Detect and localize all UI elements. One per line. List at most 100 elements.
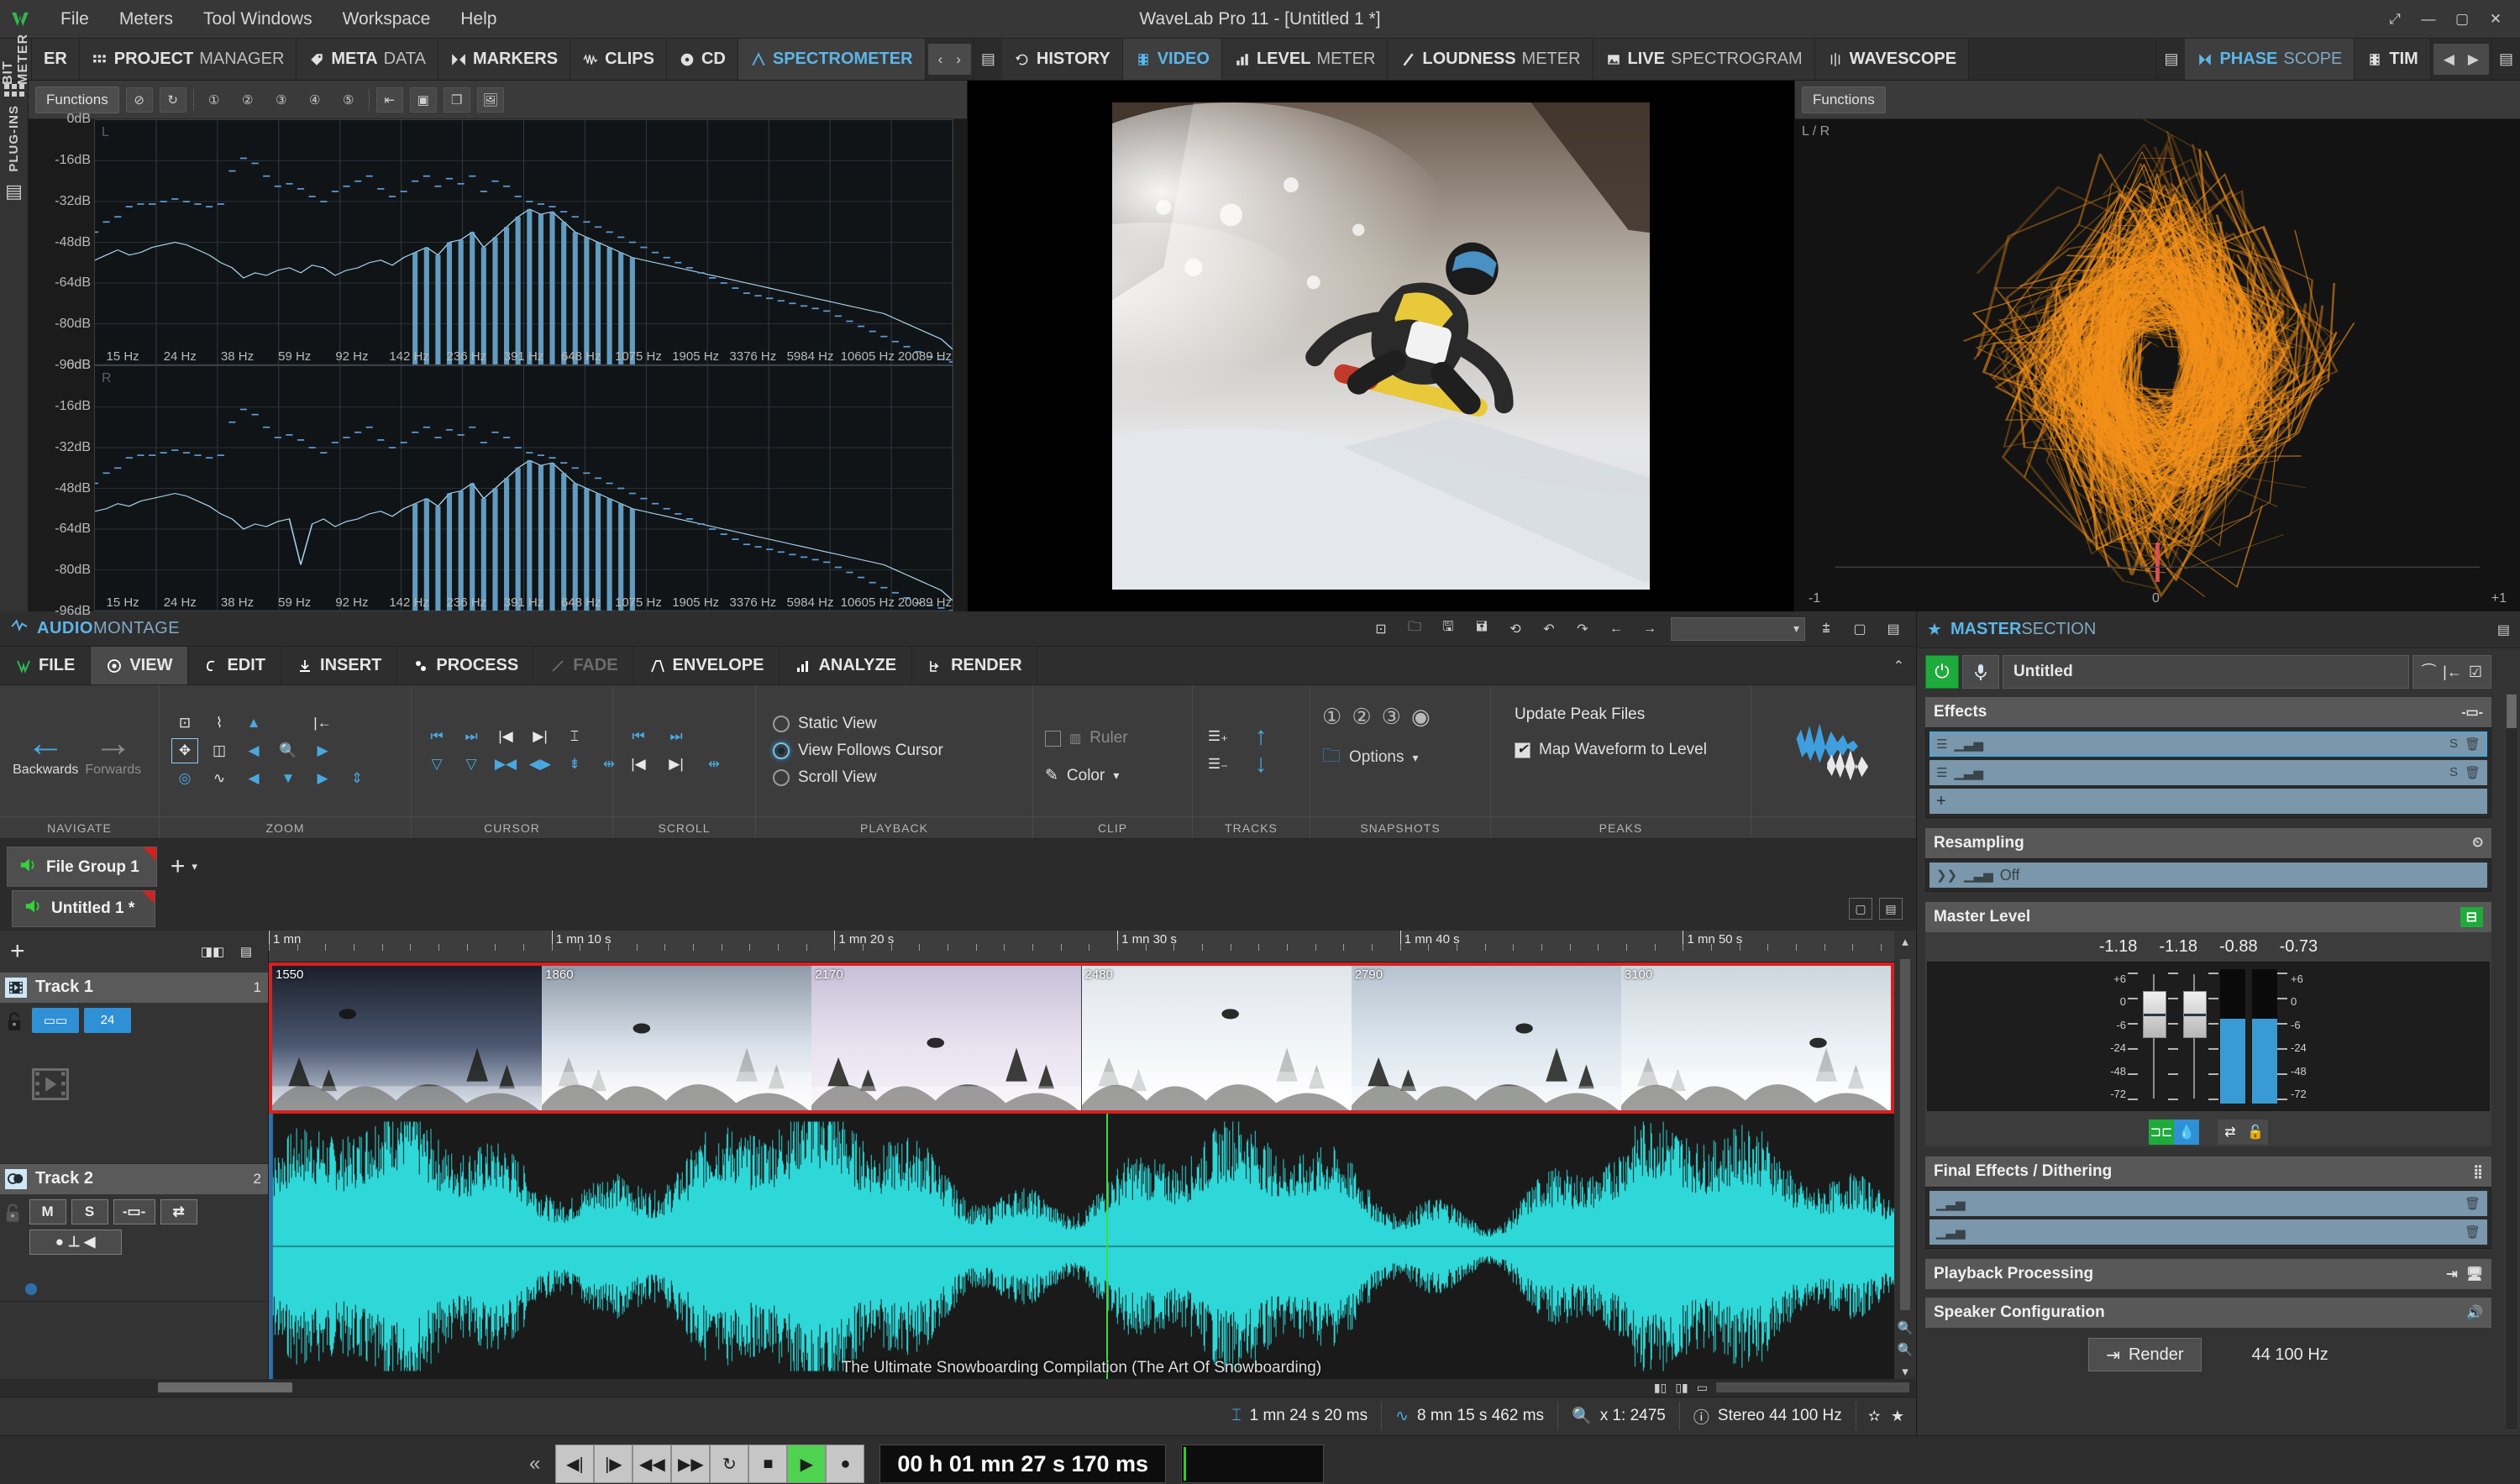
align-left-icon[interactable]: ⇤ [376,87,403,113]
apply-icon[interactable]: ☑ [2469,663,2482,681]
fader-left[interactable] [2139,969,2168,1104]
resampling-options-icon[interactable]: ⏲ [2473,836,2483,851]
zoom-out-vertical-icon[interactable]: ▼ [275,766,302,791]
save-icon[interactable]: 🖫 [1436,617,1461,641]
audio-clip-track[interactable]: The Ultimate Snowboarding Compilation (T… [269,1114,1894,1379]
tab-nav-prev-icon[interactable]: ◀ [2437,51,2461,68]
select-range-icon[interactable]: ◨◧ [201,941,224,962]
track-1-fps-button[interactable]: 24 [84,1008,131,1033]
track-list-icon[interactable]: ▤ [234,941,258,962]
scroll-down-icon[interactable]: ▾ [1902,1364,1908,1379]
zoom-step-right-icon[interactable]: ▶ [309,766,336,791]
tab-levelmeter[interactable]: LEVEL METER [1222,39,1388,80]
zoom-microscope-icon[interactable]: ⌇ [206,711,233,736]
status-zoom-ratio[interactable]: 🔍 x 1: 2475 [1558,1402,1680,1430]
spectrometer-canvas[interactable]: 0dB -16dB -32dB -48dB -64dB -80dB -96dB L 15 Hz 2… [29,119,967,611]
track-2-name-row[interactable]: Track 2 2 [0,1164,268,1194]
tab-projectmanager[interactable]: PROJECT MANAGER [80,39,297,80]
fader-right[interactable] [2180,969,2208,1104]
maximize-icon[interactable]: ▢ [2446,5,2478,34]
map-waveform-to-level-checkbox[interactable]: Map Waveform to Level [1515,741,1707,759]
master-power-button[interactable]: ⏻ [1925,655,1959,689]
tab-nav-next-icon[interactable]: › [949,51,968,68]
slot-delete-icon[interactable]: 🗑 [2465,1196,2481,1211]
remove-track-icon[interactable]: ☰₋ [1205,752,1231,777]
play-button[interactable]: ▶ [787,1445,826,1483]
zoom-out-horizontal-icon[interactable]: ◀ [240,738,267,763]
cursor-center-right-icon[interactable]: ◀▶ [527,752,554,777]
track-1-frames-button[interactable]: ▭▭ [32,1008,79,1033]
insert-processing-icon[interactable]: ⇥ [2446,1266,2457,1282]
editor-right-scrollbar[interactable]: ▴ 🔍 🔍 ▾ [1894,931,1916,1379]
preset-2-icon[interactable]: ② [234,87,261,113]
clip-ruler-checkbox[interactable]: ▥ Ruler [1045,729,1128,747]
save-as-icon[interactable]: 🖬 [1469,617,1494,641]
tab-nav-arrows[interactable]: ‹ › [928,44,971,75]
forwards-button[interactable]: → Forwards [80,724,148,778]
open-montage-icon[interactable]: 🗀 [1402,617,1427,641]
collapse-ribbon-icon[interactable]: ⌃ [1882,647,1916,684]
cursor-next-marker-icon[interactable]: ▶| [527,724,554,749]
functions-button[interactable]: Functions [1802,87,1886,113]
tab-nav-arrows-right[interactable]: ◀ ▶ [2433,44,2489,75]
slot-menu-icon[interactable]: ☰ [1936,765,1947,780]
zoom-out-icon[interactable]: 🔍 [1898,1342,1914,1357]
video-thumbnail[interactable]: 1860 [542,966,811,1110]
grid-icon[interactable] [4,84,24,97]
camera-icon[interactable]: ▣ [410,87,437,113]
video-thumbnail[interactable]: 2170 [811,966,1081,1110]
master-monitor-button[interactable] [1962,655,1999,689]
video-thumbnail[interactable]: 3100 [1621,966,1891,1110]
status-total-length[interactable]: ∿ 8 mn 15 s 462 ms [1382,1402,1558,1430]
slot-solo-icon[interactable]: S [2449,737,2458,752]
radio-scroll-view[interactable]: Scroll View [773,768,943,787]
preset-5-icon[interactable]: ⑤ [335,87,362,113]
radio-static-view[interactable]: Static View [773,715,943,733]
scroll-center-icon[interactable]: ⇹ [701,752,727,777]
update-peak-files-button[interactable]: Update Peak Files [1515,705,1645,724]
back-icon[interactable]: ← [1604,617,1629,641]
left-rail-label-plugins[interactable]: PLUG-INS [7,105,21,172]
cursor-snap-right-icon[interactable]: ▽ [458,752,485,777]
speaker-icon[interactable]: 🔊 [2466,1304,2483,1321]
reset-icon[interactable]: ⊘ [126,87,153,113]
bypass-all-icon[interactable]: ⏜ [2422,663,2436,681]
tab-cd[interactable]: CD [667,39,738,80]
snapshot-2-icon[interactable]: ② [1352,704,1371,730]
unlock-icon[interactable]: 🔓 [2243,1120,2268,1145]
menu-help[interactable]: Help [447,6,510,33]
ribbon-tab-render[interactable]: RENDER [912,647,1037,684]
effect-slot-2[interactable]: ☰ ▁▃▅ S 🗑 [1929,760,2487,785]
final-effect-slot-1[interactable]: ▁▃▅ 🗑 [1929,1191,2487,1216]
zoom-fit-selection-icon[interactable]: ◫ [206,738,233,763]
view-mode-3-icon[interactable]: ▭ [1697,1381,1708,1395]
effects-routing-icon[interactable]: -▭- [2461,704,2483,721]
editor-horizontal-scrollbar[interactable]: ▮▯ ▯▮ ▭ [0,1379,1916,1397]
tab-spectrometer[interactable]: SPECTROMETER [738,39,926,80]
snapshot-options-label[interactable]: Options [1349,748,1404,767]
view-mode-1-icon[interactable]: ▮▯ [1654,1381,1667,1395]
maximize-editor-icon[interactable]: ▢ [1849,898,1872,920]
tab-loudnessmeter[interactable]: LOUDNESS METER [1388,39,1593,80]
tab-metadata[interactable]: META DATA [297,39,438,80]
ribbon-tab-insert[interactable]: INSERT [281,647,397,684]
ribbon-tab-edit[interactable]: EDIT [188,647,281,684]
zoom-waveform-icon[interactable]: ∿ [206,766,233,791]
filter-icon[interactable]: ⩲ [1814,617,1839,641]
add-file-group-button[interactable]: + ▾ [157,847,211,887]
video-thumbnail[interactable]: 1550 [272,966,542,1110]
track-2-routing-button[interactable]: -▭- [113,1199,155,1224]
overview-scrollbar[interactable] [1716,1382,1909,1392]
status-audio-format[interactable]: ⓘ Stereo 44 100 Hz [1680,1402,1856,1430]
restore-down-icon[interactable]: ⤢ [2379,5,2411,34]
add-track-plus-icon[interactable]: + [10,937,25,966]
slot-solo-icon[interactable]: S [2449,765,2458,780]
star-icon[interactable]: ★ [1891,1408,1904,1425]
refresh-icon[interactable]: ↻ [160,87,186,113]
backwards-button[interactable]: ← Backwards [12,724,80,778]
mixer-icon[interactable]: ▤ [5,181,23,202]
hscroll-thumb[interactable] [158,1382,292,1392]
export-image-icon[interactable]: 🖼 [477,87,504,113]
move-track-up-icon[interactable]: ↑ [1247,724,1274,749]
fast-forward-button[interactable]: ▶▶ [671,1445,710,1483]
